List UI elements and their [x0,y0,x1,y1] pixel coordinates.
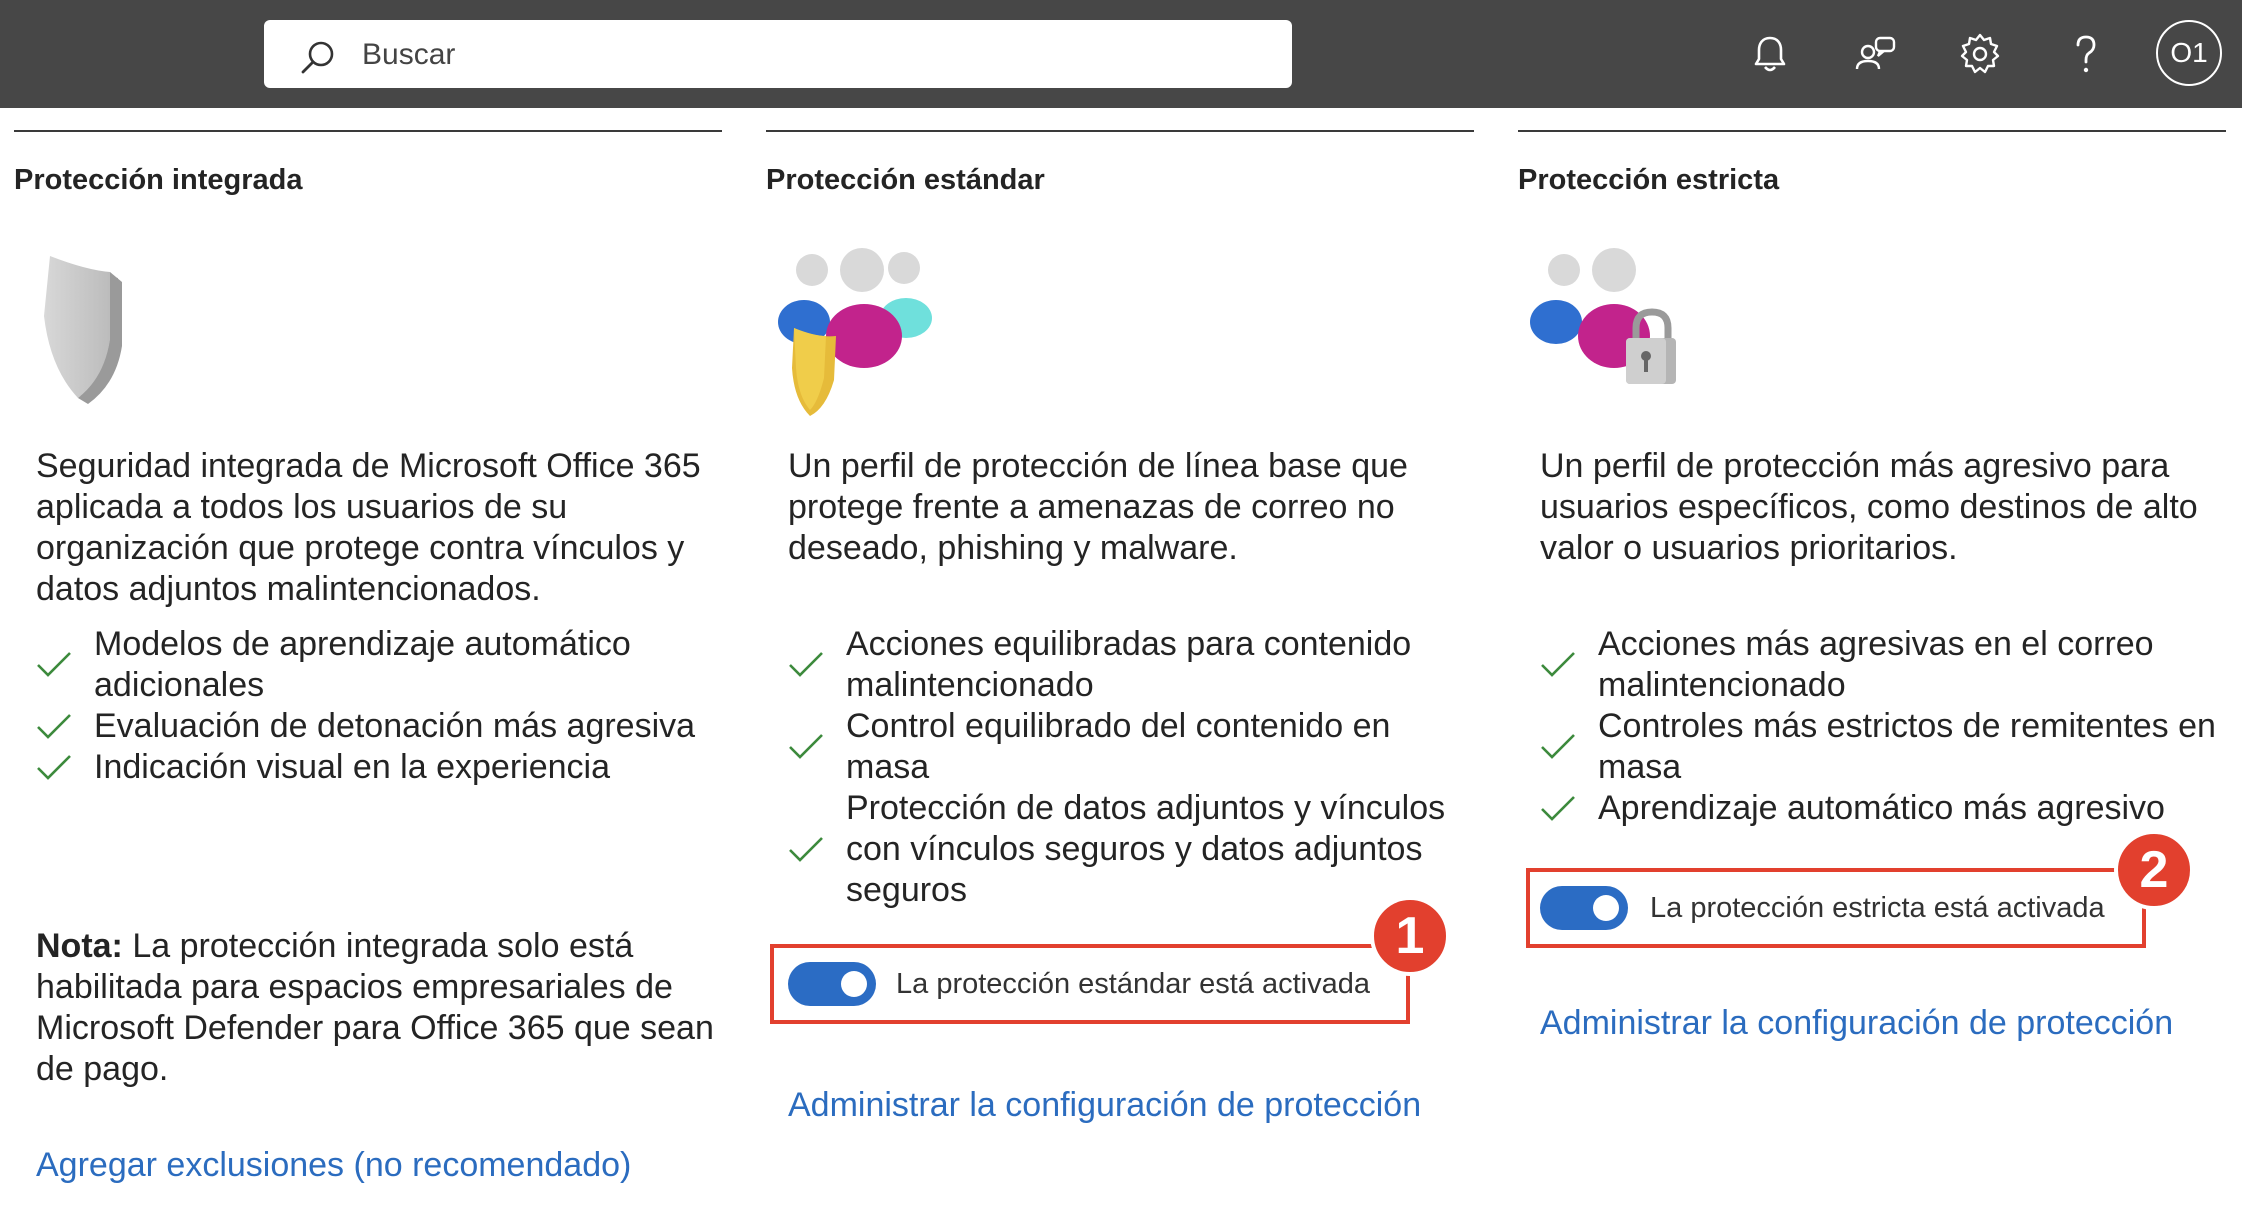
standard-protection-column: Protección estándar Un perfil de protecc… [766,130,1474,1220]
feedback-icon[interactable] [1852,30,1900,78]
feature-item: Controles más estrictos de remitentes en… [1540,706,2230,788]
feature-item: Aprendizaje automático más agresivo [1540,788,2230,829]
feature-item: Protección de datos adjuntos y vínculos … [788,788,1478,911]
feature-list: Acciones más agresivas en el correo mali… [1540,624,2230,829]
feature-item: Evaluación de detonación más agresiva [36,706,726,747]
avatar[interactable]: O1 [2156,20,2222,86]
checkmark-icon [1541,795,1575,821]
toggle-label: La protección estándar está activada [896,968,1370,1000]
checkmark-icon [37,652,71,677]
users-shield-illustration [778,248,932,416]
description: Seguridad integrada de Microsoft Office … [36,447,701,608]
column-title: Protección integrada [14,164,303,196]
users-lock-illustration [1530,248,1676,384]
builtin-protection-column: Protección integrada Seguridad integrada… [14,130,722,1220]
checkmark-icon [789,734,823,759]
checkmark-icon [789,652,823,677]
manage-protection-settings-link[interactable]: Administrar la configuración de protecci… [788,1086,1421,1125]
help-icon[interactable] [2062,30,2110,78]
note-label: Nota: [36,927,123,965]
strict-protection-column: Protección estricta Un perfil de protecc… [1518,130,2226,1220]
divider [1518,130,2226,132]
toggle-label: La protección estricta está activada [1650,892,2105,924]
feature-item: Acciones equilibradas para contenido mal… [788,624,1478,706]
strict-protection-toggle[interactable] [1540,886,1628,930]
feature-item: Acciones más agresivas en el correo mali… [1540,624,2230,706]
checkmark-icon [37,713,71,739]
column-title: Protección estándar [766,164,1045,196]
callout-badge: 2 [2114,830,2194,910]
toggle-knob [1593,895,1619,921]
feature-list: Modelos de aprendizaje automático adicio… [36,624,726,788]
feature-item: Modelos de aprendizaje automático adicio… [36,624,726,706]
feature-list: Acciones equilibradas para contenido mal… [788,624,1478,911]
shield-illustration [44,256,122,404]
callout-badge: 1 [1370,896,1450,976]
manage-protection-settings-link[interactable]: Administrar la configuración de protecci… [1540,1004,2173,1043]
feature-item: Indicación visual en la experiencia [36,747,726,788]
top-bar: O1 [0,0,2242,108]
bell-icon[interactable] [1746,30,1794,78]
checkmark-icon [1541,734,1575,759]
gear-icon[interactable] [1956,30,2004,78]
checkmark-icon [1541,652,1575,677]
search-input[interactable] [360,30,1264,80]
checkmark-icon [789,836,823,862]
note-text: La protección integrada solo está habili… [36,927,714,1088]
column-title: Protección estricta [1518,164,1780,196]
strict-toggle-highlight: La protección estricta está activada [1526,868,2146,948]
divider [14,130,722,132]
standard-toggle-highlight: La protección estándar está activada [770,944,1410,1024]
note: Nota: La protección integrada solo está … [36,926,716,1090]
checkmark-icon [37,754,71,780]
search-icon [301,41,334,74]
feature-item: Control equilibrado del contenido en mas… [788,706,1478,788]
standard-protection-toggle[interactable] [788,962,876,1006]
add-exclusions-link[interactable]: Agregar exclusiones (no recomendado) [36,1146,631,1185]
divider [766,130,1474,132]
description: Un perfil de protección más agresivo par… [1540,447,2198,567]
search-box[interactable] [264,20,1292,88]
description: Un perfil de protección de línea base qu… [788,447,1408,567]
toggle-knob [841,971,867,997]
